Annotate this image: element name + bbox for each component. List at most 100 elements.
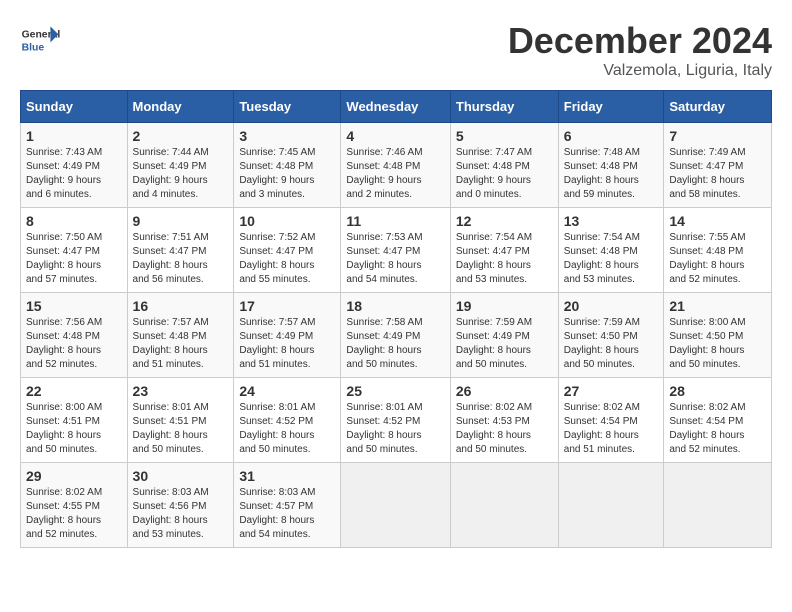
day-info: Sunrise: 7:52 AMSunset: 4:47 PMDaylight:… [239,232,315,285]
day-info: Sunrise: 7:57 AMSunset: 4:49 PMDaylight:… [239,317,315,370]
calendar-cell: 15Sunrise: 7:56 AMSunset: 4:48 PMDayligh… [21,293,128,378]
calendar-cell: 7Sunrise: 7:49 AMSunset: 4:47 PMDaylight… [664,123,772,208]
day-header-wednesday: Wednesday [341,91,450,123]
title-area: December 2024 Valzemola, Liguria, Italy [508,20,772,80]
day-info: Sunrise: 8:00 AMSunset: 4:51 PMDaylight:… [26,402,102,455]
day-info: Sunrise: 8:00 AMSunset: 4:50 PMDaylight:… [669,317,745,370]
day-number: 10 [239,213,335,229]
day-number: 5 [456,128,553,144]
calendar-cell: 8 Sunrise: 7:50 AMSunset: 4:47 PMDaylight… [21,208,128,293]
calendar-cell: 22Sunrise: 8:00 AMSunset: 4:51 PMDayligh… [21,378,128,463]
day-info: Sunrise: 8:01 AMSunset: 4:52 PMDaylight:… [239,402,315,455]
day-number: 23 [133,383,229,399]
calendar-cell: 26 Sunrise: 8:02 AMSunset: 4:53 PMDayligh… [450,378,558,463]
logo: General Blue [20,20,64,60]
calendar-cell: 16Sunrise: 7:57 AMSunset: 4:48 PMDayligh… [127,293,234,378]
day-info: Sunrise: 8:03 AMSunset: 4:56 PMDaylight:… [133,487,209,540]
calendar-cell: 30 Sunrise: 8:03 AMSunset: 4:56 PMDayligh… [127,463,234,548]
calendar-cell: 9Sunrise: 7:51 AMSunset: 4:47 PMDaylight… [127,208,234,293]
day-header-tuesday: Tuesday [234,91,341,123]
week-row: 22Sunrise: 8:00 AMSunset: 4:51 PMDayligh… [21,378,772,463]
calendar-cell: 20 Sunrise: 7:59 AMSunset: 4:50 PMDayligh… [558,293,664,378]
day-number: 30 [133,468,229,484]
day-number: 26 [456,383,553,399]
calendar-cell [664,463,772,548]
day-info: Sunrise: 7:58 AMSunset: 4:49 PMDaylight:… [346,317,422,370]
calendar-cell: 1 Sunrise: 7:43 AMSunset: 4:49 PMDaylight… [21,123,128,208]
day-header-thursday: Thursday [450,91,558,123]
month-title: December 2024 [508,20,772,62]
calendar-cell: 17 Sunrise: 7:57 AMSunset: 4:49 PMDayligh… [234,293,341,378]
calendar-cell: 6 Sunrise: 7:48 AMSunset: 4:48 PMDaylight… [558,123,664,208]
week-row: 1 Sunrise: 7:43 AMSunset: 4:49 PMDaylight… [21,123,772,208]
calendar-cell [558,463,664,548]
day-info: Sunrise: 7:43 AMSunset: 4:49 PMDaylight:… [26,147,102,200]
day-number: 13 [564,213,659,229]
calendar-table: SundayMondayTuesdayWednesdayThursdayFrid… [20,90,772,548]
day-header-friday: Friday [558,91,664,123]
day-info: Sunrise: 7:54 AMSunset: 4:47 PMDaylight:… [456,232,532,285]
day-number: 12 [456,213,553,229]
calendar-cell: 27Sunrise: 8:02 AMSunset: 4:54 PMDayligh… [558,378,664,463]
day-number: 14 [669,213,766,229]
day-info: Sunrise: 7:48 AMSunset: 4:48 PMDaylight:… [564,147,640,200]
calendar-cell: 18Sunrise: 7:58 AMSunset: 4:49 PMDayligh… [341,293,450,378]
calendar-cell: 29 Sunrise: 8:02 AMSunset: 4:55 PMDayligh… [21,463,128,548]
calendar-cell: 3Sunrise: 7:45 AMSunset: 4:48 PMDaylight… [234,123,341,208]
day-number: 3 [239,128,335,144]
calendar-cell [450,463,558,548]
calendar-cell: 2Sunrise: 7:44 AMSunset: 4:49 PMDaylight… [127,123,234,208]
day-info: Sunrise: 7:56 AMSunset: 4:48 PMDaylight:… [26,317,102,370]
day-info: Sunrise: 7:49 AMSunset: 4:47 PMDaylight:… [669,147,745,200]
day-info: Sunrise: 7:57 AMSunset: 4:48 PMDaylight:… [133,317,209,370]
day-number: 9 [133,213,229,229]
day-info: Sunrise: 8:01 AMSunset: 4:52 PMDaylight:… [346,402,422,455]
day-info: Sunrise: 7:55 AMSunset: 4:48 PMDaylight:… [669,232,745,285]
day-number: 2 [133,128,229,144]
calendar-cell: 4 Sunrise: 7:46 AMSunset: 4:48 PMDaylight… [341,123,450,208]
day-number: 29 [26,468,122,484]
subtitle: Valzemola, Liguria, Italy [508,62,772,80]
day-info: Sunrise: 7:59 AMSunset: 4:49 PMDaylight:… [456,317,532,370]
day-header-monday: Monday [127,91,234,123]
calendar-cell [341,463,450,548]
day-info: Sunrise: 7:46 AMSunset: 4:48 PMDaylight:… [346,147,422,200]
calendar-cell: 14 Sunrise: 7:55 AMSunset: 4:48 PMDayligh… [664,208,772,293]
day-number: 19 [456,298,553,314]
day-info: Sunrise: 8:02 AMSunset: 4:53 PMDaylight:… [456,402,532,455]
calendar-cell: 24 Sunrise: 8:01 AMSunset: 4:52 PMDayligh… [234,378,341,463]
svg-text:Blue: Blue [22,42,45,53]
day-number: 25 [346,383,444,399]
day-info: Sunrise: 8:01 AMSunset: 4:51 PMDaylight:… [133,402,209,455]
day-number: 1 [26,128,122,144]
day-info: Sunrise: 8:02 AMSunset: 4:55 PMDaylight:… [26,487,102,540]
day-info: Sunrise: 8:02 AMSunset: 4:54 PMDaylight:… [669,402,745,455]
calendar-cell: 12 Sunrise: 7:54 AMSunset: 4:47 PMDayligh… [450,208,558,293]
calendar-cell: 10 Sunrise: 7:52 AMSunset: 4:47 PMDayligh… [234,208,341,293]
day-number: 17 [239,298,335,314]
calendar-cell: 28Sunrise: 8:02 AMSunset: 4:54 PMDayligh… [664,378,772,463]
calendar-cell: 19 Sunrise: 7:59 AMSunset: 4:49 PMDayligh… [450,293,558,378]
day-number: 31 [239,468,335,484]
day-info: Sunrise: 7:47 AMSunset: 4:48 PMDaylight:… [456,147,532,200]
day-info: Sunrise: 7:59 AMSunset: 4:50 PMDaylight:… [564,317,640,370]
day-number: 21 [669,298,766,314]
header-row: SundayMondayTuesdayWednesdayThursdayFrid… [21,91,772,123]
day-info: Sunrise: 7:53 AMSunset: 4:47 PMDaylight:… [346,232,422,285]
day-header-sunday: Sunday [21,91,128,123]
calendar-cell: 13Sunrise: 7:54 AMSunset: 4:48 PMDayligh… [558,208,664,293]
week-row: 29 Sunrise: 8:02 AMSunset: 4:55 PMDayligh… [21,463,772,548]
day-number: 4 [346,128,444,144]
day-number: 11 [346,213,444,229]
day-number: 20 [564,298,659,314]
calendar-cell: 23 Sunrise: 8:01 AMSunset: 4:51 PMDayligh… [127,378,234,463]
day-number: 8 [26,213,122,229]
day-info: Sunrise: 7:50 AMSunset: 4:47 PMDaylight:… [26,232,102,285]
day-info: Sunrise: 8:02 AMSunset: 4:54 PMDaylight:… [564,402,640,455]
calendar-cell: 31Sunrise: 8:03 AMSunset: 4:57 PMDayligh… [234,463,341,548]
header: General Blue December 2024 Valzemola, Li… [20,20,772,80]
week-row: 15Sunrise: 7:56 AMSunset: 4:48 PMDayligh… [21,293,772,378]
day-header-saturday: Saturday [664,91,772,123]
day-number: 24 [239,383,335,399]
day-number: 6 [564,128,659,144]
